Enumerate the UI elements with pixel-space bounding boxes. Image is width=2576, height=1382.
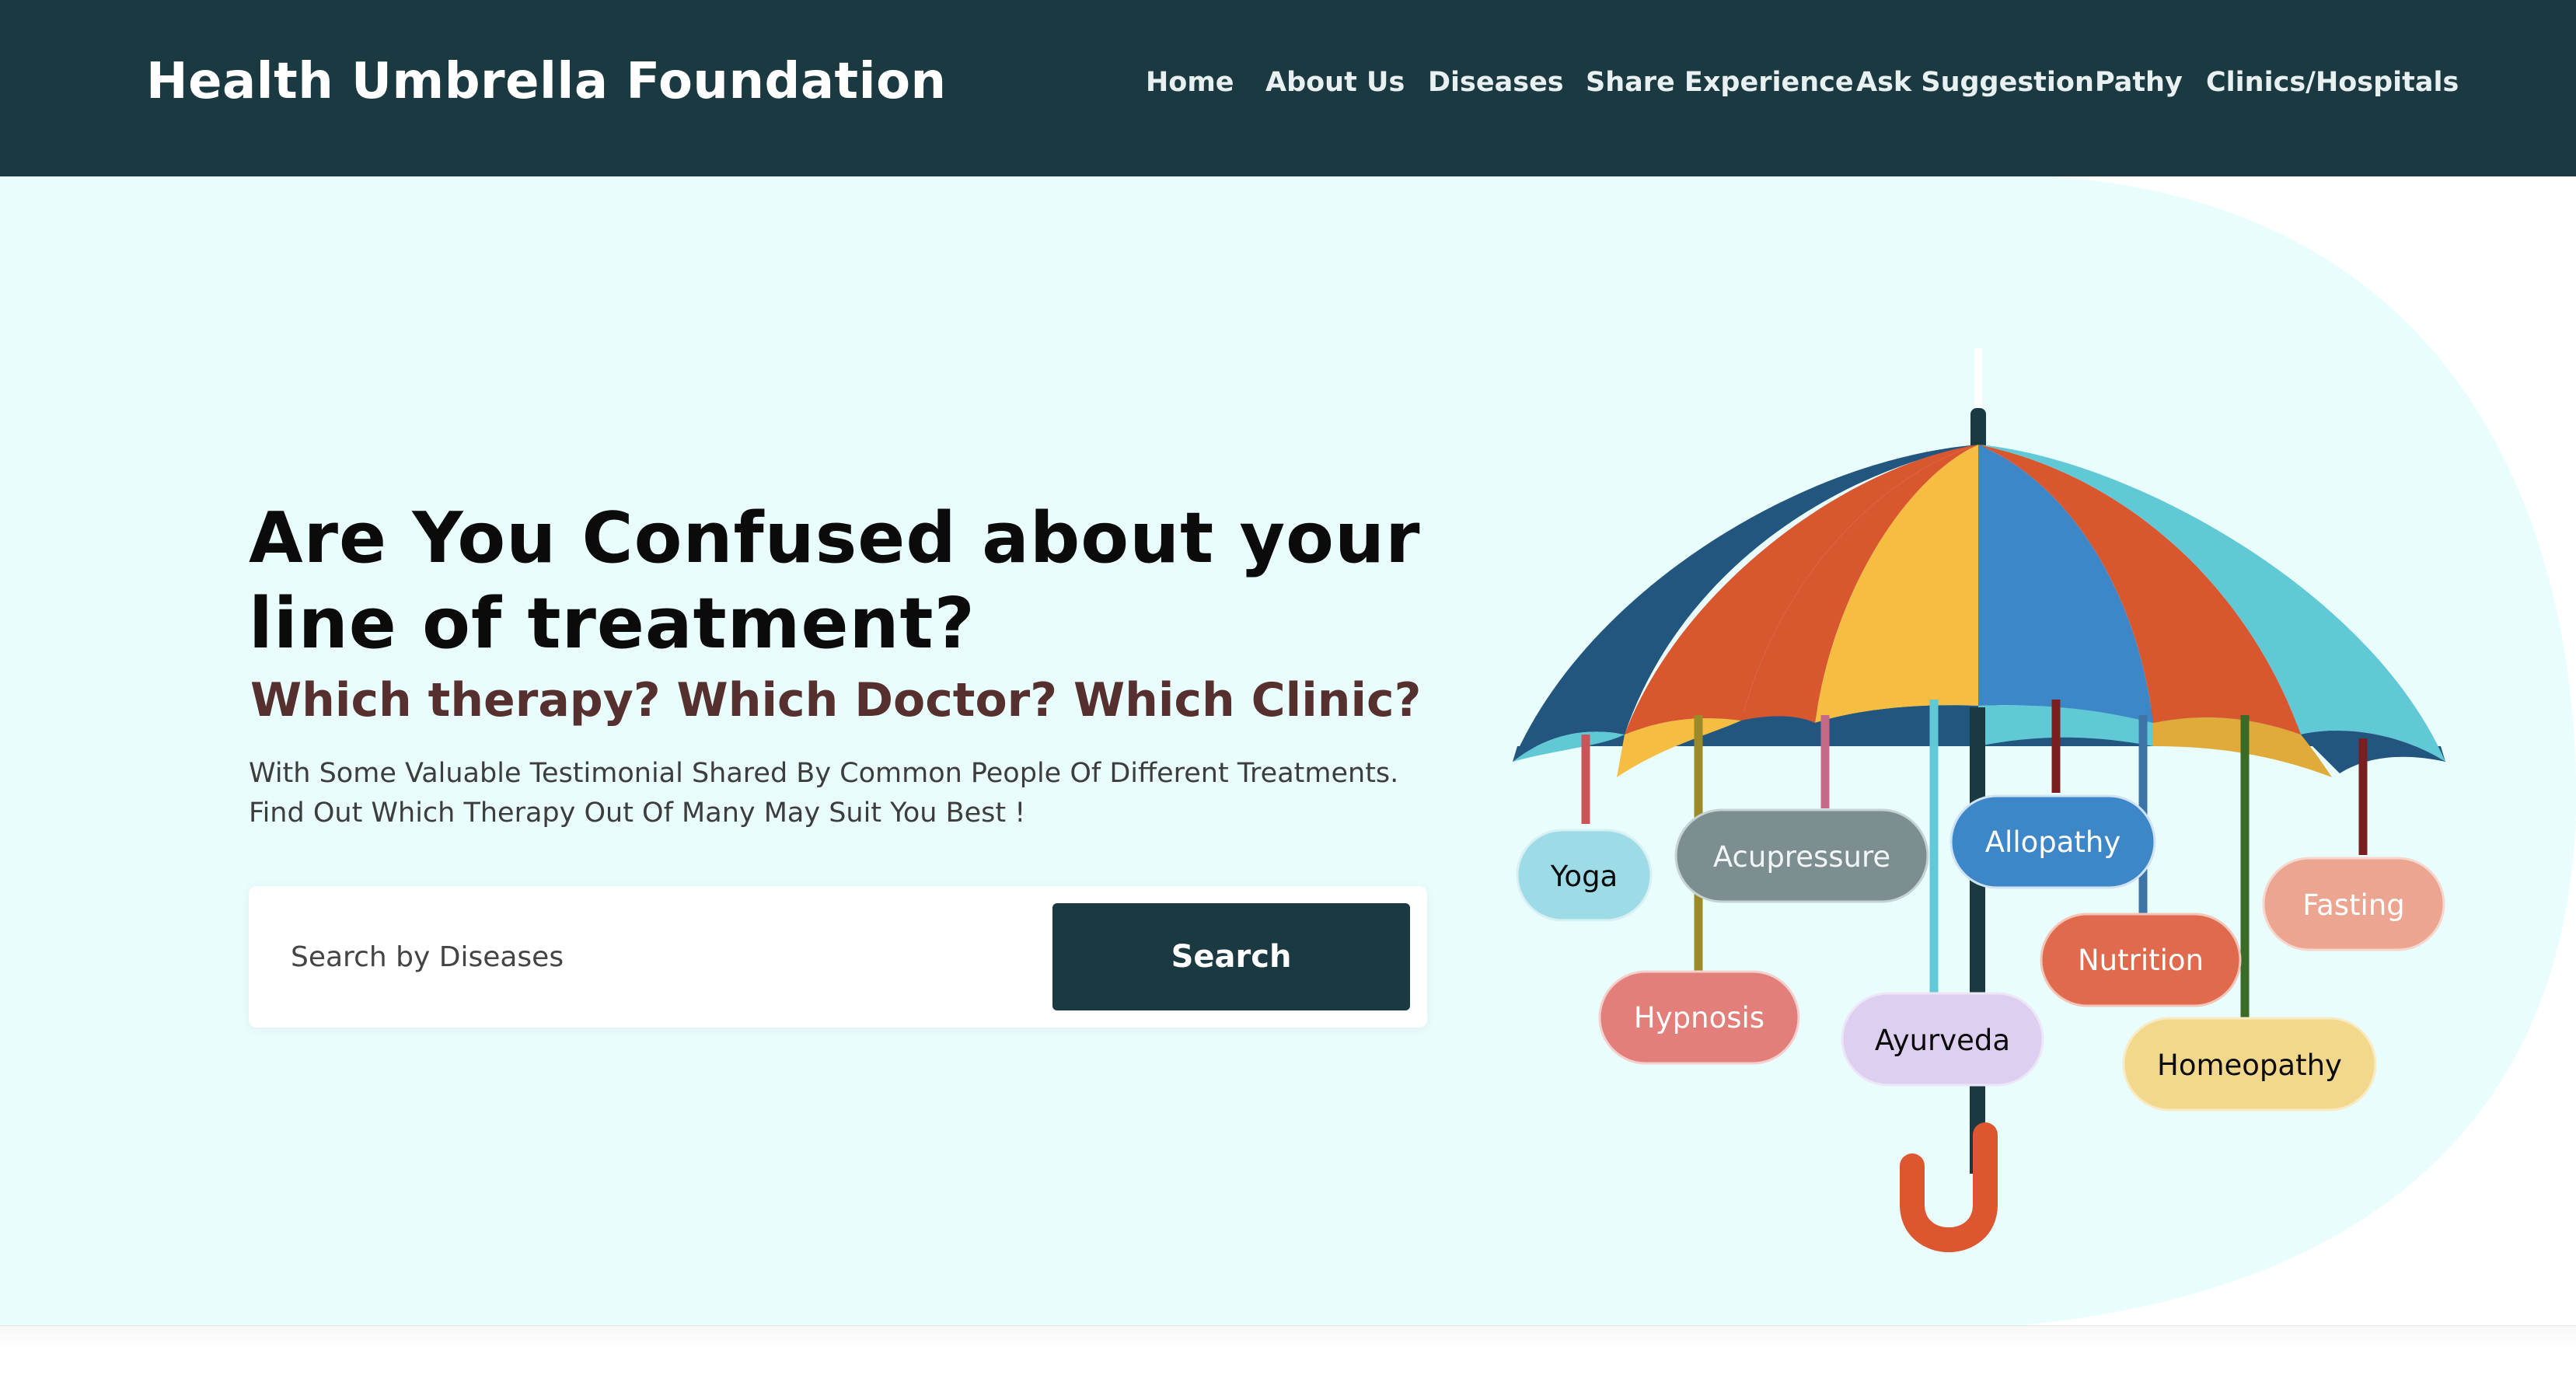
nav-about-us[interactable]: About Us [1265, 67, 1405, 98]
tag-ayurveda[interactable]: Ayurveda [1841, 992, 2044, 1087]
nav-share-experience[interactable]: Share Experience [1586, 67, 1854, 98]
nav-ask-suggestion[interactable]: Ask Suggestion [1856, 67, 2094, 98]
tag-ayurveda-label: Ayurveda [1875, 1024, 2010, 1057]
tag-yoga-label: Yoga [1550, 860, 1618, 893]
search-button[interactable]: Search [1052, 903, 1410, 1010]
page: Health Umbrella Foundation Home About Us… [0, 0, 2576, 1382]
hero-description: With Some Valuable Testimonial Shared By… [249, 754, 1492, 833]
tag-hypnosis-label: Hypnosis [1634, 1001, 1764, 1035]
umbrella-illustration: Yoga Acupressure Allopathy Fasting Nutri… [1513, 348, 2445, 1252]
main-nav: Home About Us Diseases Share Experience … [0, 67, 2576, 106]
search-box: Search [249, 886, 1427, 1028]
nav-home[interactable]: Home [1146, 67, 1234, 98]
tag-acupressure-label: Acupressure [1713, 840, 1890, 874]
tag-yoga[interactable]: Yoga [1516, 829, 1653, 922]
tag-allopathy[interactable]: Allopathy [1949, 794, 2156, 889]
hero-title: Are You Confused about your line of trea… [249, 497, 1421, 665]
umbrella-shaft [1970, 707, 1985, 1174]
nav-clinics-hospitals[interactable]: Clinics/Hospitals [2206, 67, 2459, 98]
tag-nutrition[interactable]: Nutrition [2040, 913, 2242, 1007]
tag-fasting-label: Fasting [2302, 888, 2405, 922]
tag-allopathy-label: Allopathy [1985, 825, 2121, 859]
nav-diseases[interactable]: Diseases [1428, 67, 1564, 98]
tag-acupressure[interactable]: Acupressure [1674, 808, 1929, 903]
tag-nutrition-label: Nutrition [2078, 944, 2204, 977]
umbrella-handle [1900, 1122, 1998, 1252]
tag-homeopathy[interactable]: Homeopathy [2122, 1017, 2377, 1112]
hero-description-line-1: With Some Valuable Testimonial Shared By… [249, 758, 1399, 789]
hero-description-line-2: Find Out Which Therapy Out Of Many May S… [249, 797, 1026, 829]
tag-fasting[interactable]: Fasting [2262, 857, 2445, 951]
hero-subtitle: Which therapy? Which Doctor? Which Clini… [250, 673, 1422, 728]
tag-homeopathy-label: Homeopathy [2157, 1049, 2342, 1082]
site-header: Health Umbrella Foundation Home About Us… [0, 0, 2576, 176]
search-input[interactable] [280, 917, 1011, 996]
tag-hypnosis[interactable]: Hypnosis [1598, 970, 1800, 1065]
nav-pathy[interactable]: Pathy [2095, 67, 2183, 98]
bottom-strip [0, 1325, 2576, 1382]
